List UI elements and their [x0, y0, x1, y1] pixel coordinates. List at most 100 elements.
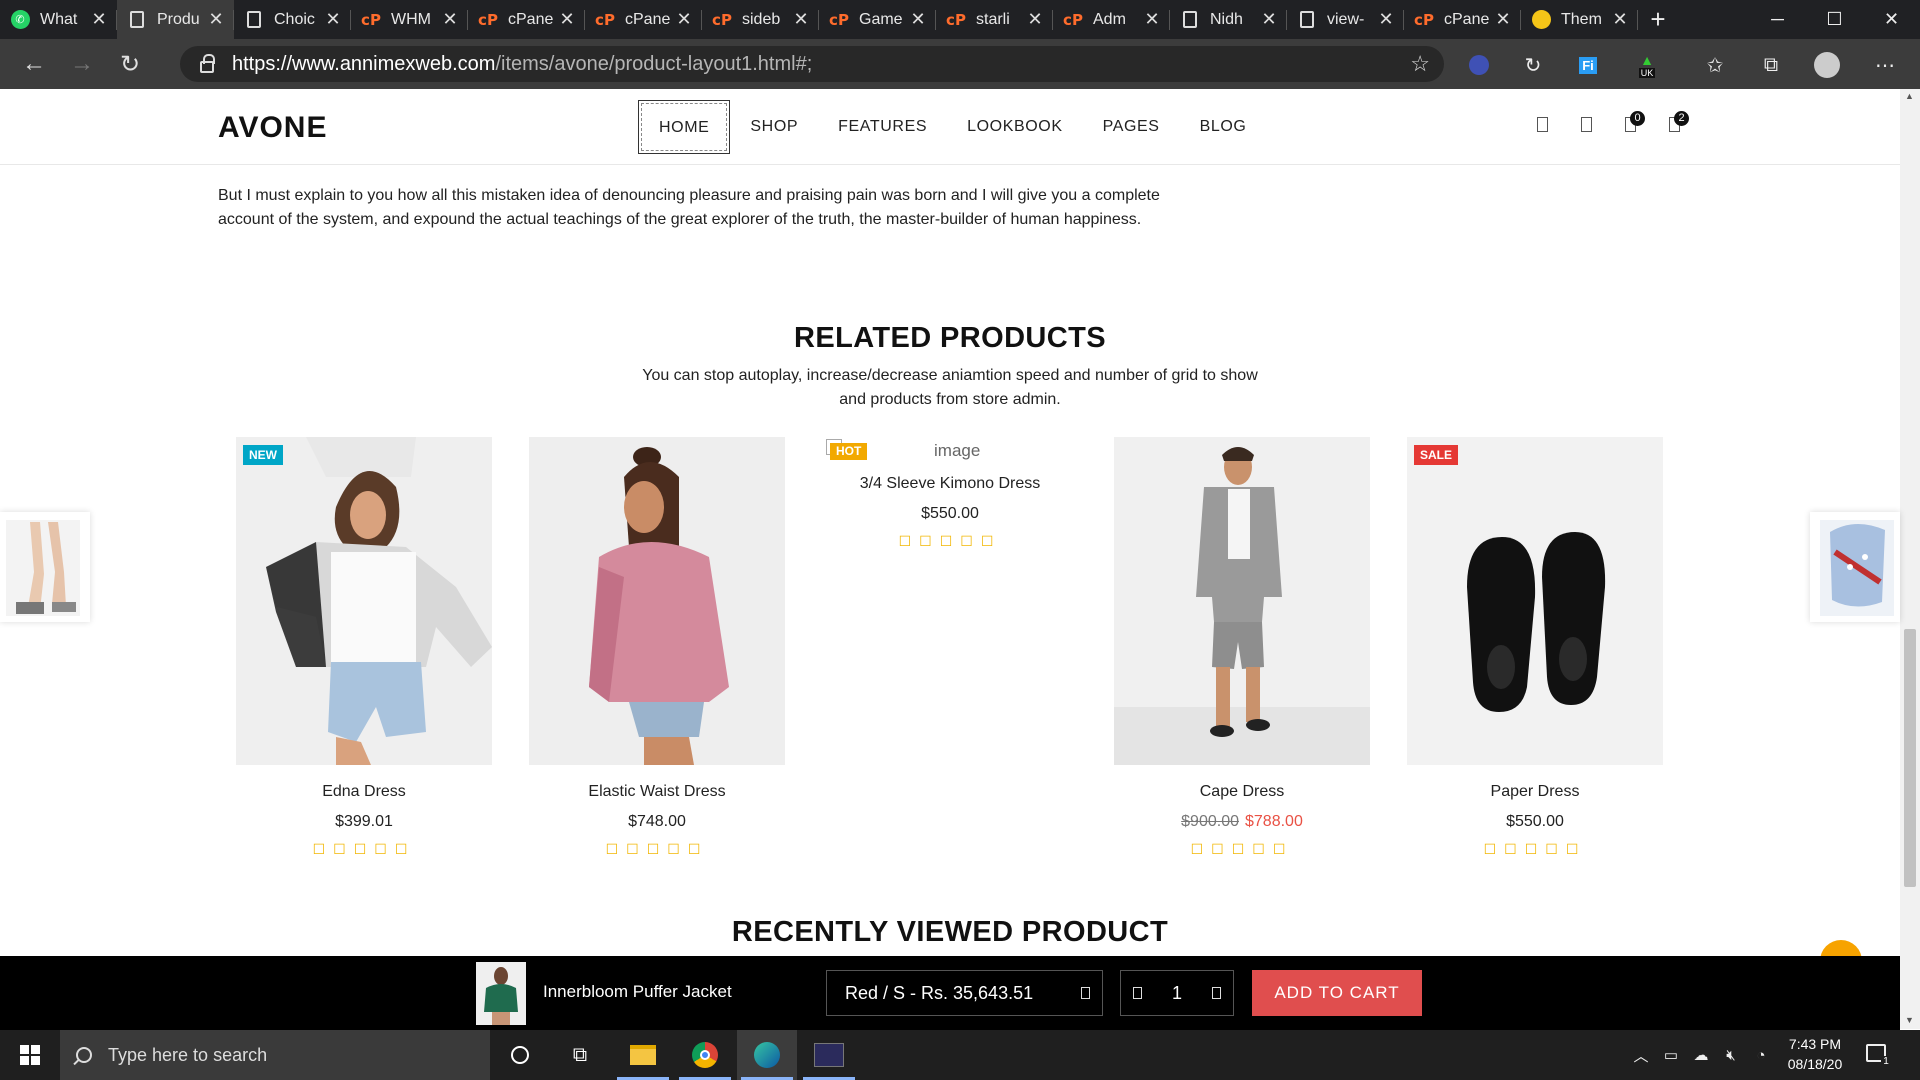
product-card[interactable]: HOT image 3/4 Sleeve Kimono Dress $550.0…: [822, 437, 1078, 550]
tab-label: cPane: [625, 10, 671, 28]
forward-button[interactable]: →: [58, 44, 106, 84]
product-name[interactable]: Elastic Waist Dress: [529, 783, 785, 801]
close-icon[interactable]: ✕: [325, 9, 341, 30]
site-logo[interactable]: AVONE: [218, 111, 327, 145]
close-icon[interactable]: ✕: [1027, 9, 1043, 30]
product-name[interactable]: 3/4 Sleeve Kimono Dress: [822, 475, 1078, 493]
close-icon[interactable]: ✕: [676, 9, 692, 30]
maximize-button[interactable]: ☐: [1806, 0, 1863, 39]
product-image[interactable]: HOT image: [822, 437, 1078, 469]
sticky-product-thumbnail: [476, 962, 526, 1025]
refresh-extension-icon[interactable]: ↻: [1518, 50, 1548, 80]
battery-icon[interactable]: ▭: [1656, 1046, 1686, 1064]
system-clock[interactable]: 7:43 PM 08/18/20: [1770, 1034, 1860, 1074]
product-image[interactable]: [529, 437, 785, 765]
close-window-button[interactable]: ✕: [1863, 0, 1920, 39]
start-button[interactable]: [0, 1030, 60, 1080]
tab-whm[interactable]: cP WHM ✕: [351, 0, 468, 39]
tab-admin[interactable]: cP Adm ✕: [1053, 0, 1170, 39]
vpn-extension-icon[interactable]: ▲ UK: [1632, 50, 1662, 80]
site-header: AVONE HOME SHOP FEATURES LOOKBOOK PAGES …: [0, 89, 1900, 165]
close-icon[interactable]: ✕: [559, 9, 575, 30]
close-icon[interactable]: ✕: [1495, 9, 1511, 30]
menu-shop[interactable]: SHOP: [730, 100, 818, 154]
chrome-app[interactable]: [675, 1030, 735, 1080]
scrollbar-thumb[interactable]: [1904, 629, 1916, 887]
menu-home[interactable]: HOME: [638, 100, 731, 154]
product-image[interactable]: SALE: [1407, 437, 1663, 765]
menu-pages[interactable]: PAGES: [1083, 100, 1180, 154]
qty-minus-button[interactable]: [1133, 987, 1142, 999]
bookmark-star-icon[interactable]: ☆: [1410, 51, 1430, 77]
product-image[interactable]: [1114, 437, 1370, 765]
task-view-button[interactable]: ⧉: [550, 1030, 610, 1080]
favorites-icon[interactable]: ✩: [1700, 50, 1730, 80]
product-name[interactable]: Cape Dress: [1114, 783, 1370, 801]
reload-button[interactable]: ↻: [106, 44, 154, 84]
page-scrollbar[interactable]: ▲ ▼: [1900, 89, 1920, 1029]
tab-theme[interactable]: Them ✕: [1521, 0, 1638, 39]
edge-app[interactable]: [737, 1030, 797, 1080]
next-slide-thumbnail[interactable]: [1810, 512, 1900, 622]
tab-cpanel[interactable]: cP cPane ✕: [1404, 0, 1521, 39]
prev-slide-thumbnail[interactable]: [0, 512, 90, 622]
menu-blog[interactable]: BLOG: [1180, 100, 1267, 154]
close-icon[interactable]: ✕: [1378, 9, 1394, 30]
new-tab-button[interactable]: +: [1638, 4, 1678, 35]
minimize-button[interactable]: ─: [1749, 0, 1806, 39]
tab-nidh[interactable]: Nidh ✕: [1170, 0, 1287, 39]
menu-features[interactable]: FEATURES: [818, 100, 947, 154]
tab-view[interactable]: view- ✕: [1287, 0, 1404, 39]
chevron-up-icon[interactable]: ︿: [1626, 1045, 1656, 1066]
cart-icon[interactable]: 2: [1652, 111, 1696, 139]
collections-icon[interactable]: ⧉: [1756, 50, 1786, 80]
qty-value[interactable]: 1: [1172, 983, 1182, 1004]
product-image[interactable]: NEW: [236, 437, 492, 765]
close-icon[interactable]: ✕: [208, 9, 224, 30]
tab-starlink[interactable]: cP starli ✕: [936, 0, 1053, 39]
file-explorer-app[interactable]: [613, 1030, 673, 1080]
close-icon[interactable]: ✕: [1144, 9, 1160, 30]
close-icon[interactable]: ✕: [442, 9, 458, 30]
tab-sidebar[interactable]: cP sideb ✕: [702, 0, 819, 39]
onedrive-icon[interactable]: ☁: [1686, 1046, 1716, 1064]
tab-game[interactable]: cP Game ✕: [819, 0, 936, 39]
page-icon: [130, 11, 144, 28]
account-icon[interactable]: [1564, 117, 1608, 139]
tab-whatsapp[interactable]: ✆ What ✕: [0, 0, 117, 39]
wishlist-icon[interactable]: 0: [1608, 111, 1652, 139]
menu-lookbook[interactable]: LOOKBOOK: [947, 100, 1083, 154]
add-to-cart-button[interactable]: ADD TO CART: [1252, 970, 1422, 1016]
product-card[interactable]: Cape Dress $900.00 $788.00 ☐☐☐☐☐: [1114, 437, 1370, 858]
font-extension-icon[interactable]: Fi: [1573, 50, 1603, 80]
variant-select[interactable]: Red / S - Rs. 35,643.51: [826, 970, 1103, 1016]
whatsapp-icon: ✆: [10, 10, 30, 29]
close-icon[interactable]: ✕: [910, 9, 926, 30]
product-card[interactable]: SALE Paper Dress $550.00 ☐☐☐☐☐: [1407, 437, 1663, 858]
address-bar[interactable]: https://www.annimexweb.com/items/avone/p…: [180, 46, 1444, 82]
volume-muted-icon[interactable]: 🔇︎: [1716, 1047, 1746, 1064]
more-menu-icon[interactable]: ⋯: [1870, 50, 1900, 80]
media-app[interactable]: [799, 1030, 859, 1080]
tab-choice[interactable]: Choic ✕: [234, 0, 351, 39]
product-name[interactable]: Paper Dress: [1407, 783, 1663, 801]
qty-plus-button[interactable]: [1211, 987, 1221, 999]
product-price: $900.00 $788.00: [1114, 813, 1370, 831]
product-card[interactable]: NEW Edna Dress $399.01 ☐☐☐☐☐: [236, 437, 492, 858]
close-icon[interactable]: ✕: [1612, 9, 1628, 30]
tab-product[interactable]: Produ ✕: [117, 0, 234, 39]
product-card[interactable]: Elastic Waist Dress $748.00 ☐☐☐☐☐: [529, 437, 785, 858]
taskbar-search[interactable]: Type here to search: [60, 1030, 490, 1080]
product-name[interactable]: Edna Dress: [236, 783, 492, 801]
extension-icon[interactable]: [1464, 50, 1494, 80]
search-icon[interactable]: [1520, 117, 1564, 139]
notification-icon[interactable]: 1: [1866, 1044, 1891, 1067]
close-icon[interactable]: ✕: [91, 9, 107, 30]
close-icon[interactable]: ✕: [1261, 9, 1277, 30]
profile-avatar[interactable]: [1812, 50, 1842, 80]
close-icon[interactable]: ✕: [793, 9, 809, 30]
back-button[interactable]: ←: [10, 44, 58, 84]
cortana-button[interactable]: [490, 1030, 550, 1080]
tab-cpanel[interactable]: cP cPane ✕: [468, 0, 585, 39]
tab-cpanel[interactable]: cP cPane ✕: [585, 0, 702, 39]
